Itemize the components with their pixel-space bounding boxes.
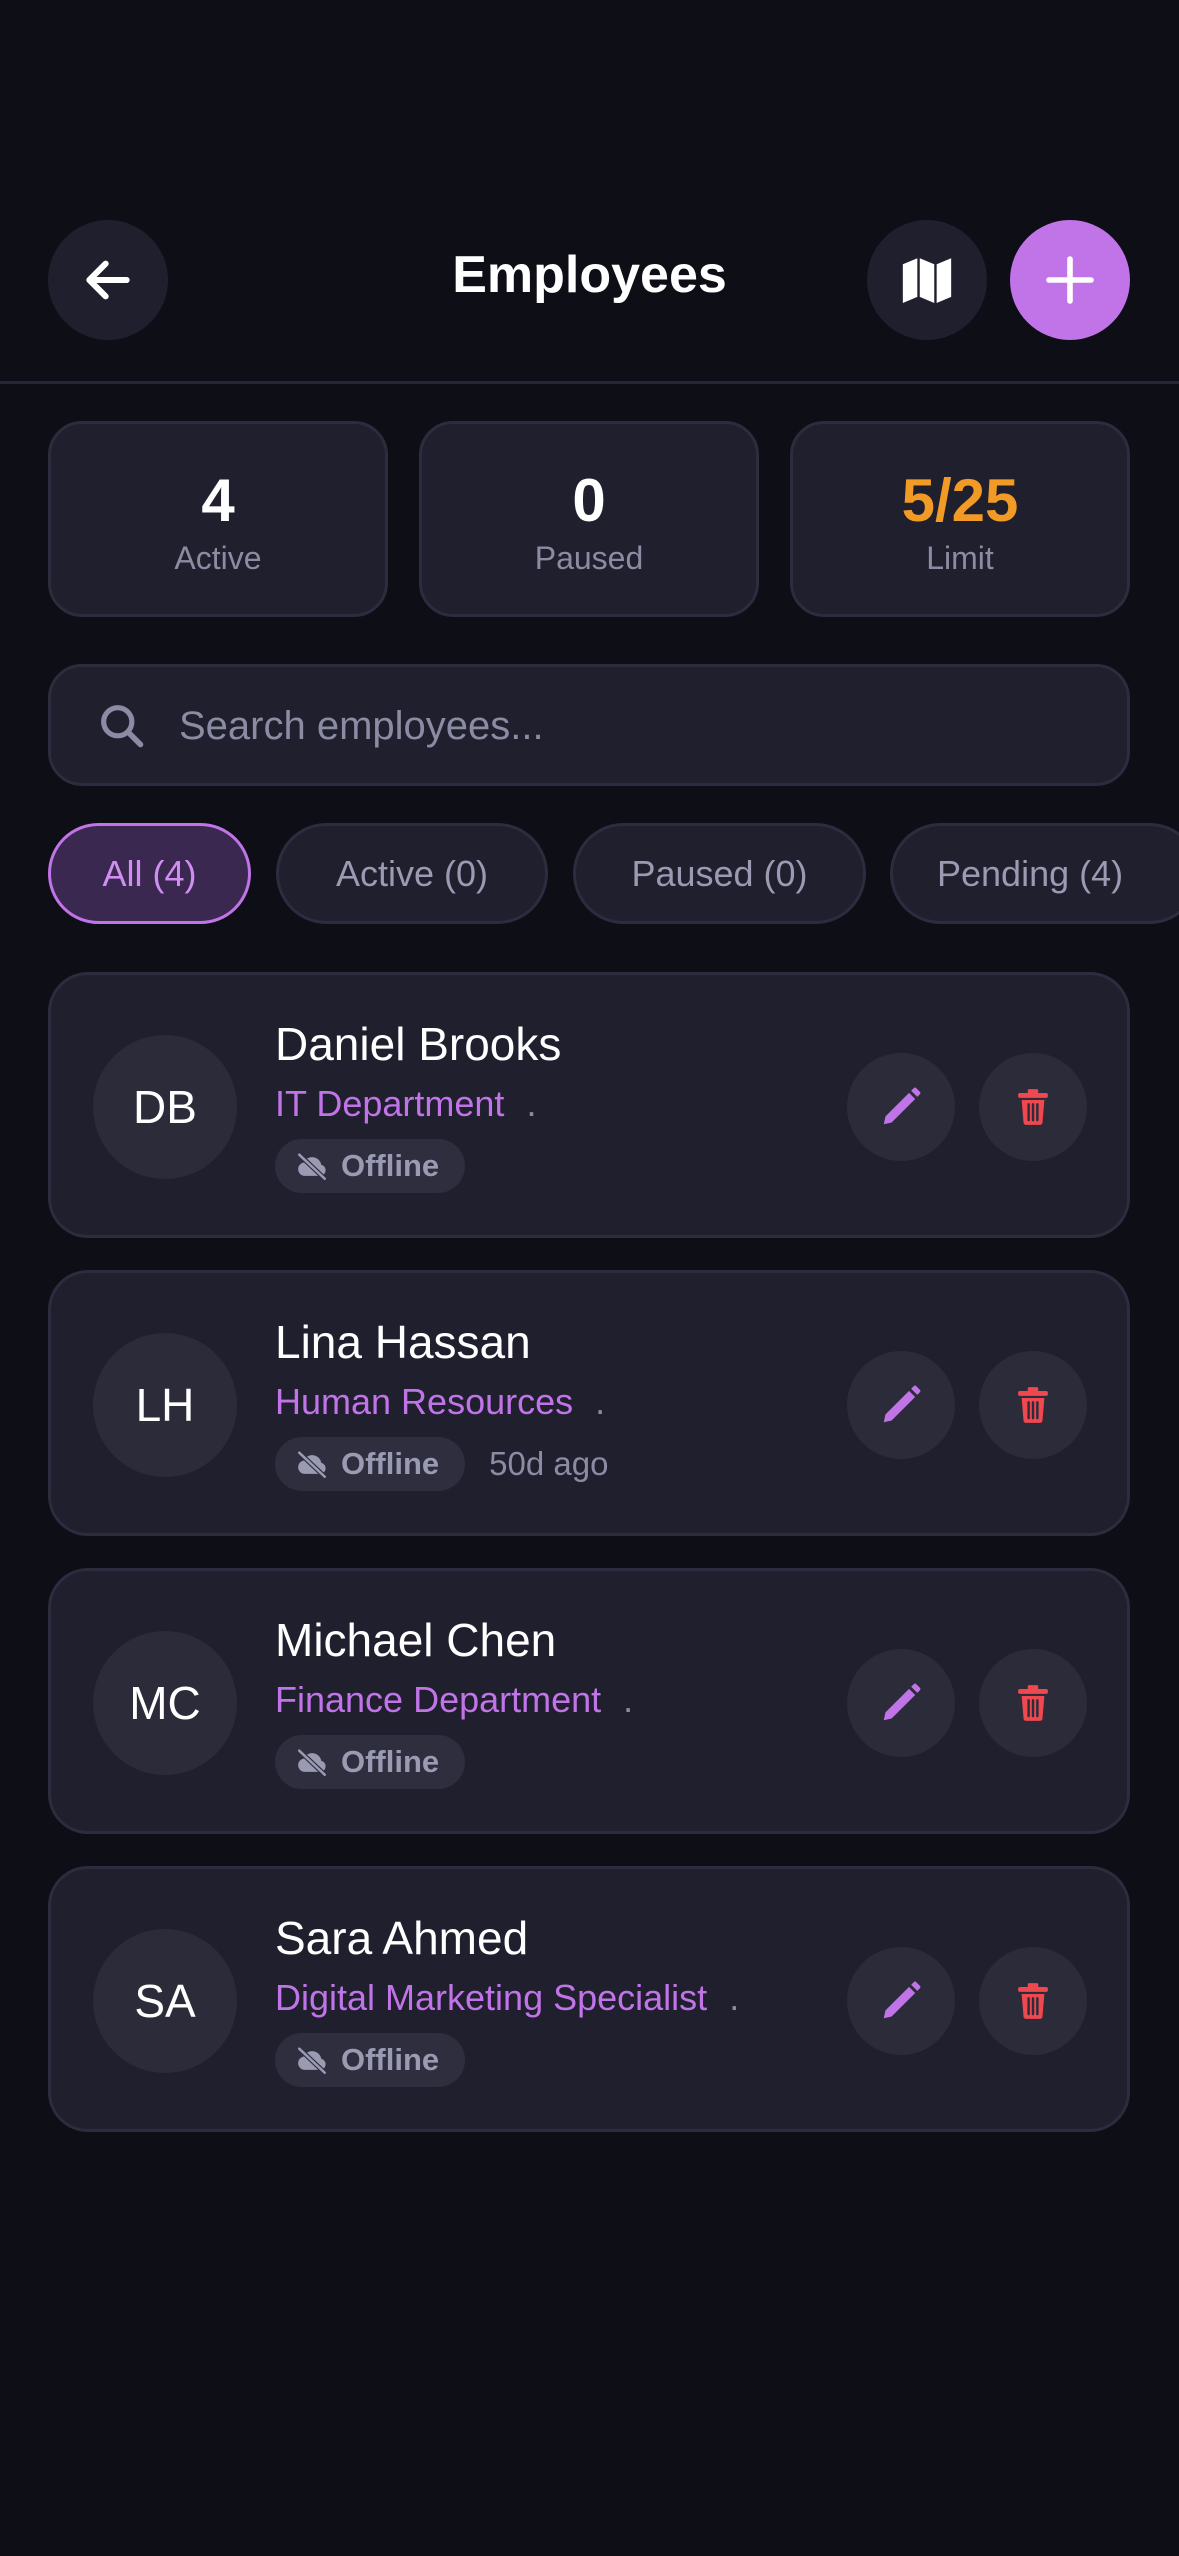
- cloud-off-icon: [297, 1152, 327, 1181]
- department-label: Finance Department: [275, 1679, 602, 1720]
- plus-icon: [1046, 256, 1094, 304]
- department-label: Human Resources: [275, 1381, 574, 1422]
- employee-department: Finance Department.: [275, 1679, 633, 1721]
- employee-department: Human Resources.: [275, 1381, 605, 1423]
- separator-dot: .: [729, 1977, 740, 2018]
- stat-value: 0: [572, 467, 606, 534]
- status-row: Offline: [275, 1139, 489, 1193]
- app-header: Employees: [0, 0, 1179, 384]
- delete-button[interactable]: [979, 1351, 1087, 1459]
- filter-pending[interactable]: Pending (4): [890, 823, 1179, 924]
- delete-button[interactable]: [979, 1649, 1087, 1757]
- department-label: Digital Marketing Specialist: [275, 1977, 708, 2018]
- trash-icon: [1018, 1983, 1048, 2019]
- cloud-off-icon: [297, 1450, 327, 1479]
- delete-button[interactable]: [979, 1053, 1087, 1161]
- filter-active[interactable]: Active (0): [276, 823, 548, 924]
- trash-icon: [1018, 1387, 1048, 1423]
- map-icon: [902, 258, 952, 303]
- status-badge: Offline: [275, 1139, 466, 1193]
- edit-button[interactable]: [847, 1351, 955, 1459]
- status-text: Offline: [341, 1148, 440, 1183]
- edit-button[interactable]: [847, 1053, 955, 1161]
- separator-dot: .: [623, 1679, 634, 1720]
- cloud-off-icon: [297, 1748, 327, 1777]
- employee-name: Sara Ahmed: [275, 1912, 529, 1964]
- last-seen: 50d ago: [489, 1445, 609, 1482]
- separator-dot: .: [526, 1083, 537, 1124]
- filter-paused[interactable]: Paused (0): [573, 823, 866, 924]
- stat-card-limit: 5/25 Limit: [790, 421, 1130, 617]
- stat-card-paused: 0 Paused: [419, 421, 759, 617]
- trash-icon: [1018, 1089, 1048, 1125]
- employee-card[interactable]: MC Michael Chen Finance Department. Offl…: [48, 1568, 1130, 1834]
- department-label: IT Department: [275, 1083, 505, 1124]
- status-badge: Offline: [275, 1437, 466, 1491]
- stat-label: Limit: [926, 540, 994, 576]
- cloud-off-icon: [297, 2046, 327, 2075]
- employee-name: Michael Chen: [275, 1614, 557, 1666]
- avatar: DB: [93, 1035, 237, 1179]
- edit-button[interactable]: [847, 1947, 955, 2055]
- status-row: Offline: [275, 1735, 489, 1789]
- employee-department: IT Department.: [275, 1083, 536, 1125]
- map-button[interactable]: [867, 220, 987, 340]
- stat-label: Paused: [534, 540, 644, 576]
- employee-name: Daniel Brooks: [275, 1018, 562, 1070]
- pencil-icon: [883, 1981, 921, 2019]
- employee-card[interactable]: DB Daniel Brooks IT Department. Offline: [48, 972, 1130, 1238]
- pencil-icon: [883, 1087, 921, 1125]
- status-badge: Offline: [275, 1735, 466, 1789]
- status-badge: Offline: [275, 2033, 466, 2087]
- stat-card-active: 4 Active: [48, 421, 388, 617]
- status-row: Offline: [275, 2033, 489, 2087]
- employee-card[interactable]: SA Sara Ahmed Digital Marketing Speciali…: [48, 1866, 1130, 2132]
- avatar: SA: [93, 1929, 237, 2073]
- stat-value: 5/25: [901, 467, 1019, 534]
- employee-card[interactable]: LH Lina Hassan Human Resources. Offline …: [48, 1270, 1130, 1536]
- employees-screen: Employees 4 Active 0 Paused 5/25 Limit S…: [0, 0, 1179, 2556]
- status-text: Offline: [341, 2042, 440, 2077]
- edit-button[interactable]: [847, 1649, 955, 1757]
- delete-button[interactable]: [979, 1947, 1087, 2055]
- search-icon: [101, 705, 144, 748]
- pencil-icon: [883, 1683, 921, 1721]
- pencil-icon: [883, 1385, 921, 1423]
- avatar: MC: [93, 1631, 237, 1775]
- filter-all[interactable]: All (4): [48, 823, 251, 924]
- trash-icon: [1018, 1685, 1048, 1721]
- employee-department: Digital Marketing Specialist.: [275, 1977, 739, 2019]
- separator-dot: .: [595, 1381, 606, 1422]
- add-employee-button[interactable]: [1010, 220, 1130, 340]
- avatar: LH: [93, 1333, 237, 1477]
- status-row: Offline 50d ago: [275, 1437, 608, 1491]
- stat-value: 4: [201, 467, 235, 534]
- status-text: Offline: [341, 1744, 440, 1779]
- stat-label: Active: [174, 540, 262, 576]
- page-title: Employees: [452, 246, 727, 304]
- search-bar[interactable]: [48, 664, 1130, 786]
- employee-name: Lina Hassan: [275, 1316, 531, 1368]
- search-input[interactable]: [179, 691, 1079, 761]
- status-text: Offline: [341, 1446, 440, 1481]
